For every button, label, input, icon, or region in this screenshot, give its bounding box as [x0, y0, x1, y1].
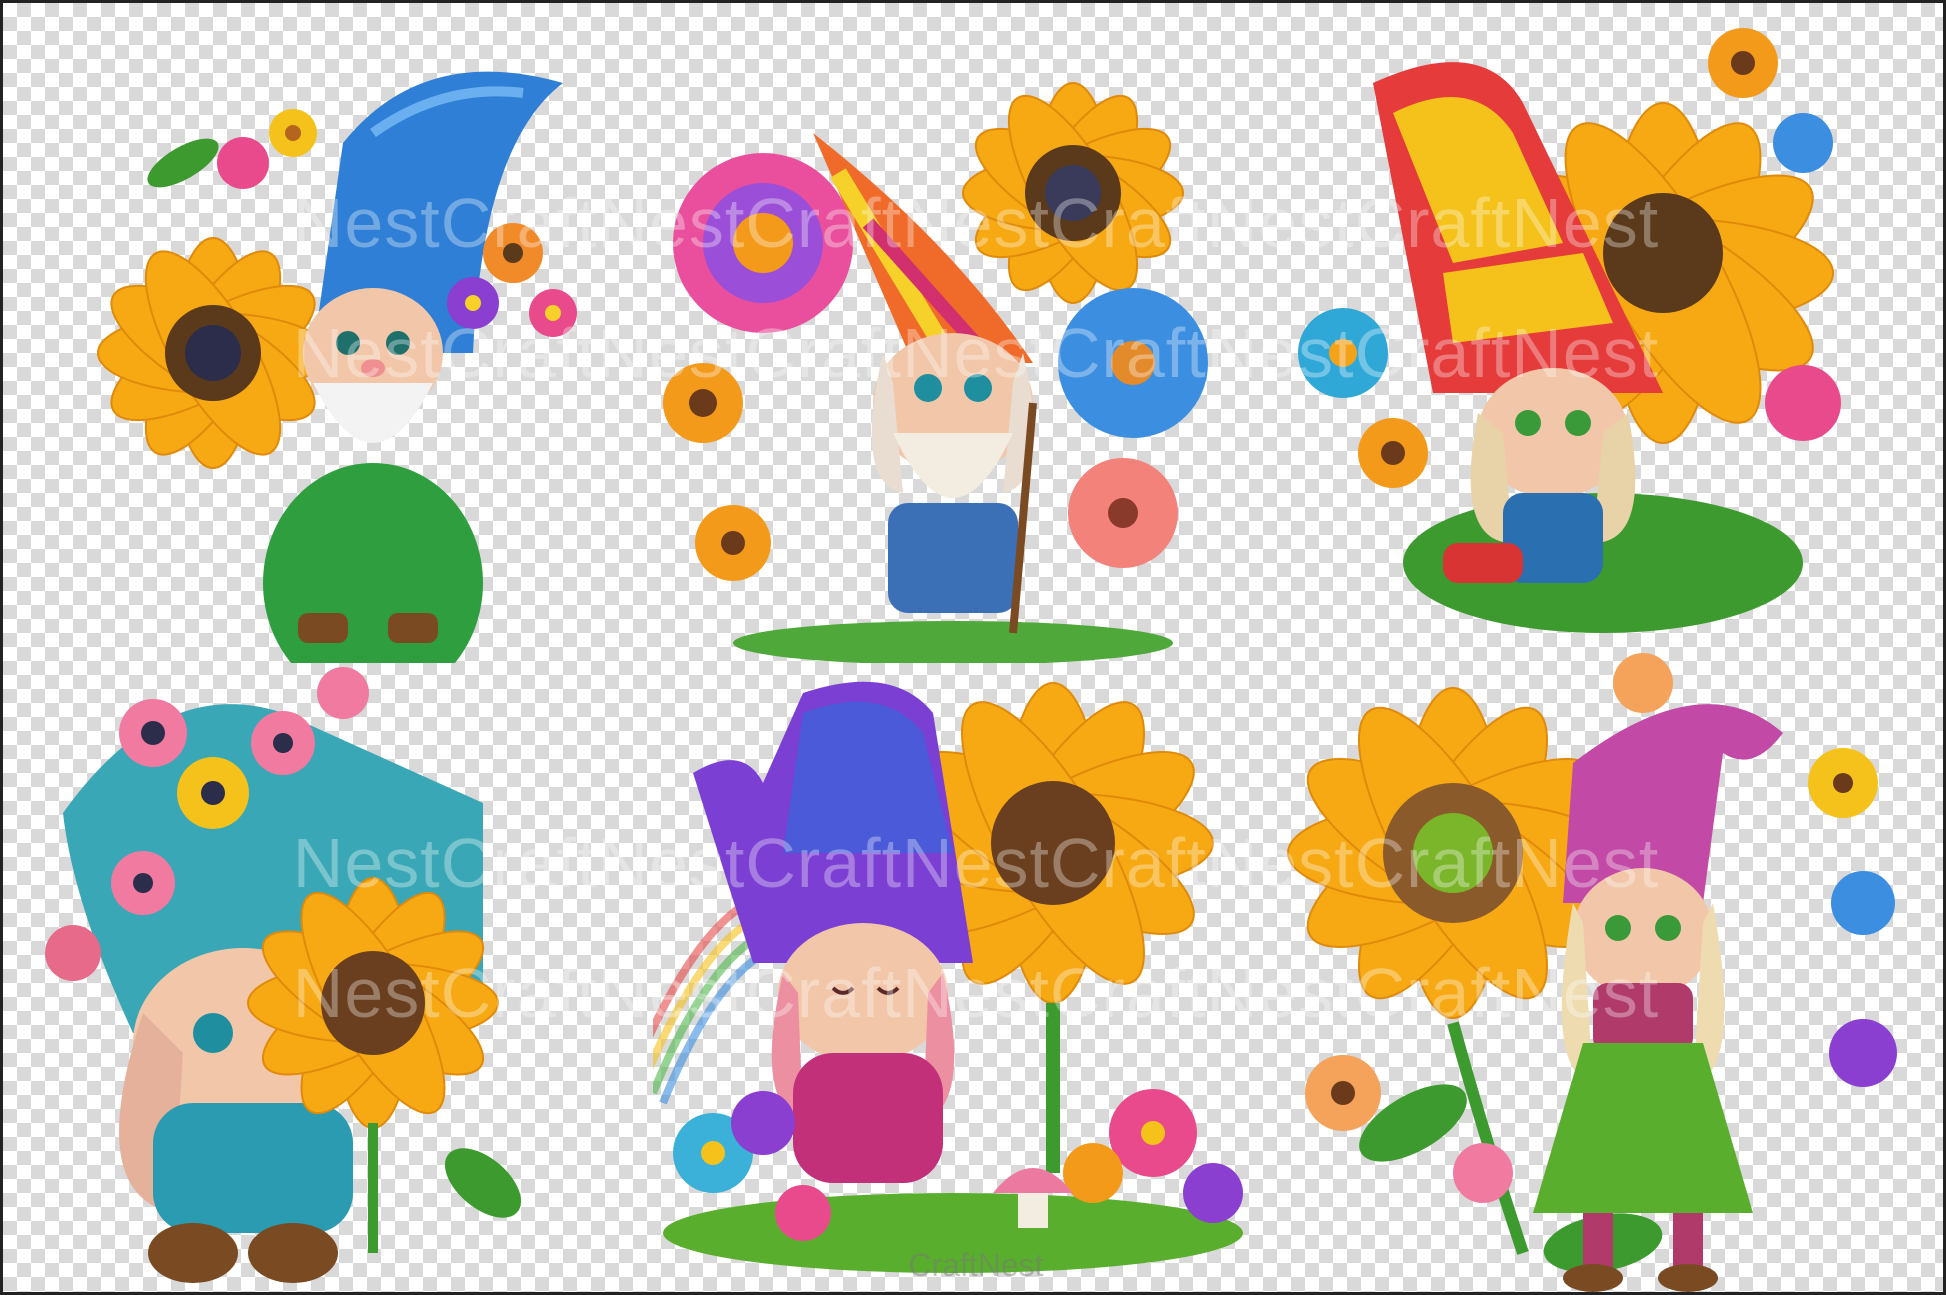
pink-daisy [673, 153, 853, 333]
gnome-5-drawing [653, 681, 1243, 1273]
gnome-illustration-striped-hat [653, 23, 1293, 663]
gnome-6-drawing [1287, 653, 1897, 1292]
gnome-1-drawing [97, 71, 577, 663]
gnome-illustration-magenta-hat [1283, 653, 1923, 1292]
gnome-4-drawing [45, 667, 522, 1283]
gnome-2-drawing [663, 82, 1208, 663]
blue-flower [1058, 288, 1208, 438]
gnome-3-drawing [1298, 28, 1841, 633]
sunflower-1 [97, 237, 329, 469]
gnome-illustration-purple-hat [653, 653, 1293, 1292]
sunflower-2 [962, 82, 1184, 304]
image-canvas: NestCraftNestCraftNestCraftNestCraftNest… [0, 0, 1946, 1295]
gnome-illustration-red-yellow-hat [1283, 23, 1923, 663]
gnome-illustration-teal-hat [43, 653, 683, 1292]
gnome-illustration-blue-hat [43, 23, 683, 663]
hat [1563, 704, 1783, 903]
